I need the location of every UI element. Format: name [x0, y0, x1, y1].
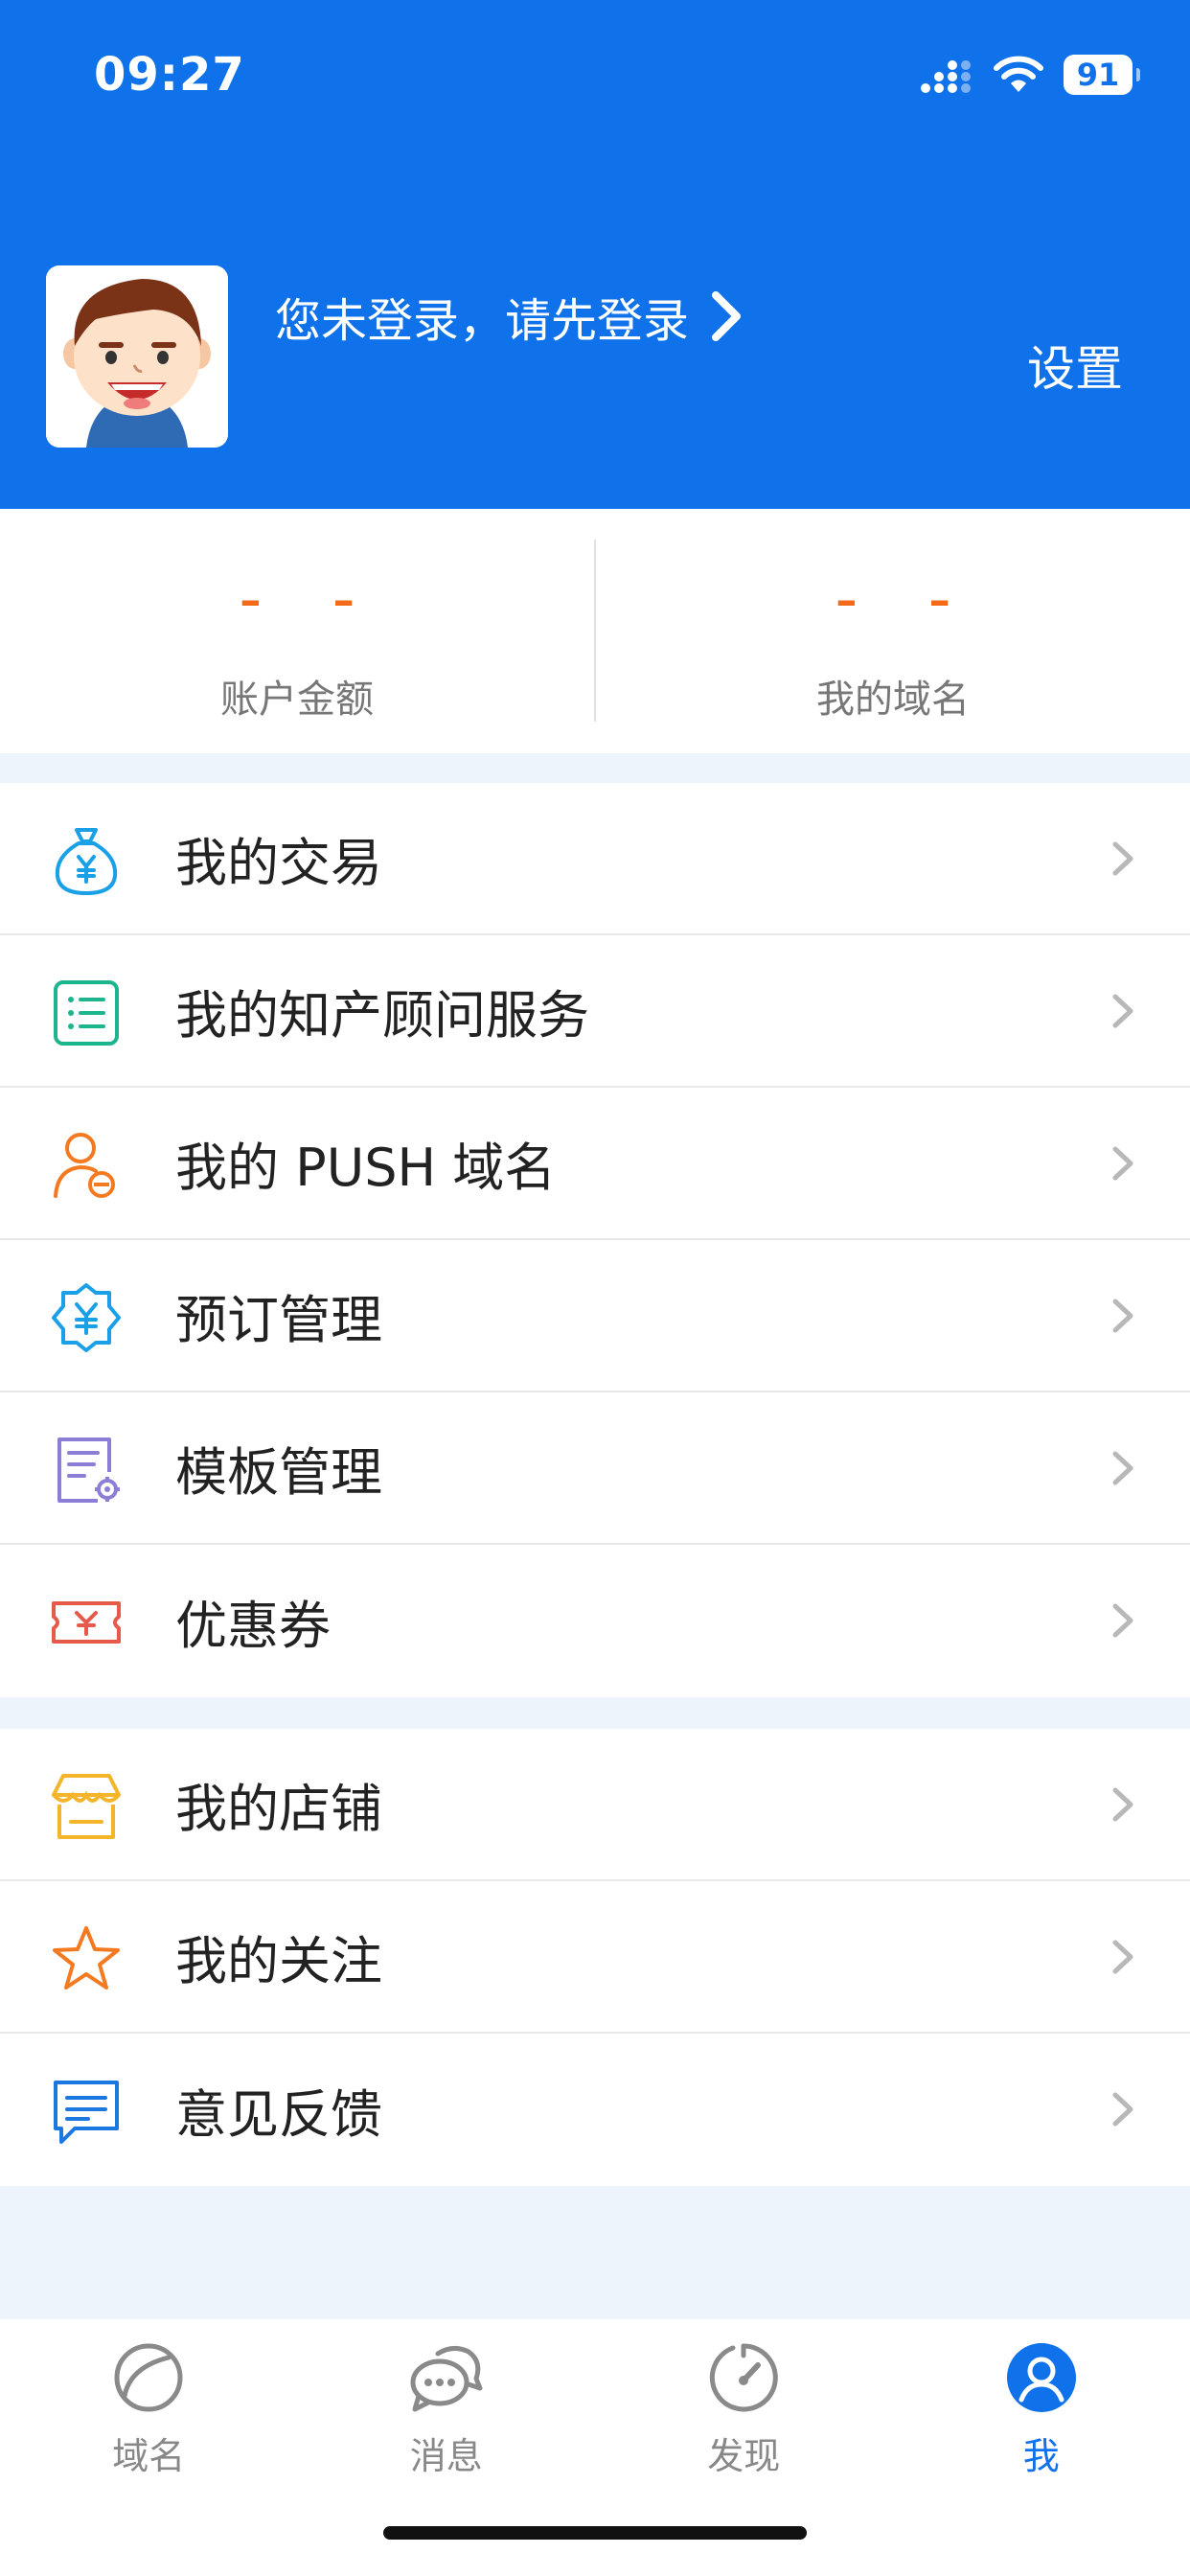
star-icon: [53, 1926, 120, 1990]
chevron-right-icon: [1112, 1299, 1133, 1333]
menu-label: 预订管理: [175, 1290, 382, 1350]
user-e-icon: [54, 1133, 115, 1198]
document-gear-icon: [57, 1438, 120, 1503]
domain-icon: [114, 2343, 183, 2412]
menu-item-my-follows[interactable]: 我的关注: [0, 1881, 1190, 2034]
menu-label: 我的交易: [175, 833, 382, 893]
home-indicator: [383, 2526, 807, 2540]
login-prompt-text: 您未登录，请先登录: [275, 294, 690, 348]
chevron-right-icon: [1112, 1451, 1133, 1485]
account-stats: – – 账户金额 – – 我的域名: [0, 509, 1190, 753]
message-icon: [410, 2346, 483, 2412]
login-link[interactable]: 您未登录，请先登录: [275, 283, 744, 350]
menu-group-1: 我的交易 我的知产顾问服务 我的 PUSH 域名 预订管理 模板管理 优惠券: [0, 783, 1190, 1697]
tab-label: 我: [1022, 2435, 1060, 2477]
menu-item-coupons[interactable]: 优惠券: [0, 1545, 1190, 1697]
cellular-signal-icon: [921, 60, 971, 93]
tab-messages[interactable]: 消息: [298, 2319, 596, 2501]
tab-label: 发现: [707, 2435, 781, 2477]
cartoon-avatar-icon: [46, 265, 228, 448]
tab-discover[interactable]: 发现: [595, 2319, 893, 2501]
menu-item-feedback[interactable]: 意见反馈: [0, 2034, 1190, 2186]
menu-label: 模板管理: [175, 1442, 382, 1503]
chevron-right-icon: [1112, 1146, 1133, 1181]
menu-label: 我的关注: [175, 1931, 382, 1991]
tab-label: 消息: [409, 2435, 483, 2477]
menu-item-push-domains[interactable]: 我的 PUSH 域名: [0, 1088, 1190, 1240]
avatar[interactable]: [46, 265, 228, 448]
stat-my-domains[interactable]: – – 我的域名: [596, 509, 1190, 753]
menu-label: 意见反馈: [175, 2084, 382, 2145]
chevron-right-icon: [1112, 1787, 1133, 1822]
stat-label: 账户金额: [220, 678, 374, 722]
chevron-right-icon: [1112, 841, 1133, 876]
menu-item-template-management[interactable]: 模板管理: [0, 1392, 1190, 1545]
coupon-icon: [52, 1601, 121, 1644]
status-time: 09:27: [94, 48, 245, 102]
tab-me[interactable]: 我: [893, 2319, 1190, 2501]
menu-item-ip-advisor[interactable]: 我的知产顾问服务: [0, 935, 1190, 1088]
settings-button[interactable]: 设置: [1027, 331, 1123, 400]
tab-domains[interactable]: 域名: [0, 2319, 298, 2501]
chevron-right-icon: [1112, 1940, 1133, 1974]
me-icon: [1006, 2343, 1076, 2412]
stat-account-balance[interactable]: – – 账户金额: [0, 509, 594, 753]
menu-item-my-store[interactable]: 我的店铺: [0, 1729, 1190, 1881]
stat-label: 我的域名: [816, 678, 970, 722]
menu-group-2: 我的店铺 我的关注 意见反馈: [0, 1729, 1190, 2186]
money-bag-icon: [55, 828, 118, 896]
chevron-right-icon: [1112, 994, 1133, 1028]
discover-icon: [710, 2343, 779, 2412]
battery-indicator: 91: [1064, 55, 1140, 95]
stat-value: – –: [835, 576, 979, 625]
status-icons: 91: [920, 50, 1140, 100]
feedback-icon: [54, 2081, 119, 2144]
profile-header: 09:27 91 您未登录，请先登录 设置: [0, 0, 1190, 509]
status-bar: 09:27 91: [0, 0, 1190, 144]
wifi-icon: [994, 56, 1043, 92]
menu-label: 我的 PUSH 域名: [175, 1138, 557, 1198]
menu-label: 我的店铺: [175, 1779, 382, 1839]
store-icon: [52, 1774, 121, 1839]
chevron-right-icon: [1112, 1603, 1133, 1638]
list-icon: [54, 980, 119, 1046]
menu-item-reservation-management[interactable]: 预订管理: [0, 1240, 1190, 1392]
yen-badge-icon: [52, 1283, 121, 1352]
menu-item-my-trades[interactable]: 我的交易: [0, 783, 1190, 935]
stat-value: – –: [240, 576, 383, 625]
chevron-right-icon: [712, 291, 742, 341]
menu-label: 我的知产顾问服务: [175, 985, 589, 1046]
chevron-right-icon: [1112, 2092, 1133, 2127]
menu-label: 优惠券: [175, 1596, 331, 1656]
tab-label: 域名: [112, 2435, 186, 2477]
